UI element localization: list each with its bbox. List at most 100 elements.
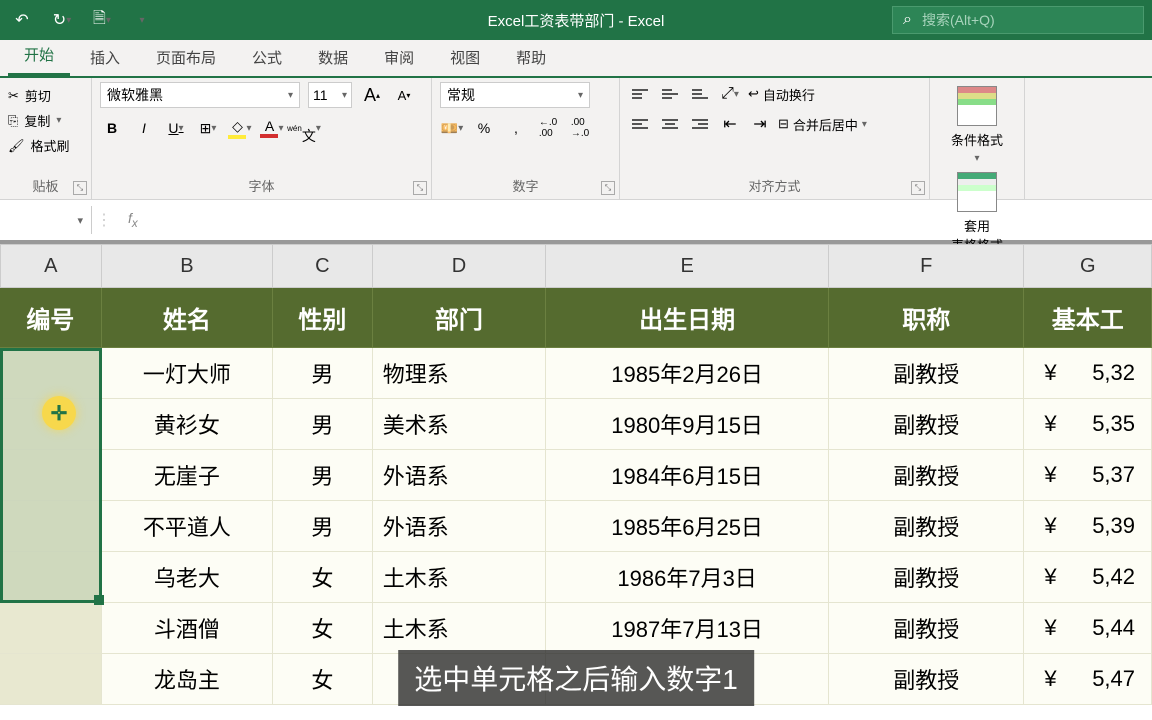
tab-review[interactable]: 审阅 [368,39,430,76]
cell[interactable]: 外语系 [373,501,546,552]
font-name-select[interactable]: 微软雅黑▾ [100,82,300,108]
copy-button[interactable]: ⎘复制▾ [8,111,83,130]
cell[interactable]: 斗酒僧 [102,603,273,654]
col-header-B[interactable]: B [102,244,273,288]
alignment-expand[interactable]: ⤡ [911,181,925,195]
cell[interactable]: 女 [273,603,373,654]
cut-button[interactable]: ✂剪切 [8,86,83,105]
increase-decimal-button[interactable]: ←.0.00 [536,116,560,140]
number-format-select[interactable]: 常规▾ [440,82,590,108]
undo-button[interactable]: ↶ [8,6,36,34]
cell[interactable]: 一灯大师 [102,348,273,399]
cell[interactable]: ¥5,47 [1024,654,1152,705]
border-button[interactable]: ⊞▾ [196,116,220,140]
cell[interactable]: 1985年6月25日 [546,501,829,552]
increase-indent-button[interactable]: ⇥ [748,112,772,136]
cell[interactable]: 女 [273,552,373,603]
redo-button[interactable]: ↻▾ [48,6,76,34]
cell[interactable]: 男 [273,450,373,501]
decrease-indent-button[interactable]: ⇤ [718,112,742,136]
cell[interactable] [0,603,102,654]
cell[interactable]: 外语系 [373,450,546,501]
col-header-E[interactable]: E [546,244,829,288]
tab-data[interactable]: 数据 [302,39,364,76]
header-cell[interactable]: 姓名 [102,288,273,348]
cell[interactable]: 副教授 [829,654,1024,705]
align-top-button[interactable] [628,82,652,106]
currency-button[interactable]: 💴▾ [440,116,464,140]
save-button[interactable]: 🗎▾ [88,6,116,34]
cell[interactable]: 副教授 [829,450,1024,501]
decrease-font-button[interactable]: A▾ [392,83,416,107]
font-size-select[interactable]: 11▾ [308,82,352,108]
tab-help[interactable]: 帮助 [500,39,562,76]
name-box[interactable]: ▾ [0,206,92,234]
cell[interactable] [0,501,102,552]
tab-insert[interactable]: 插入 [74,39,136,76]
align-right-button[interactable] [688,112,712,136]
decrease-decimal-button[interactable]: .00→.0 [568,116,592,140]
cell[interactable]: 不平道人 [102,501,273,552]
percent-button[interactable]: % [472,116,496,140]
cell[interactable]: 副教授 [829,399,1024,450]
cell[interactable]: 男 [273,501,373,552]
fill-color-button[interactable]: ◇▾ [228,116,252,140]
cell[interactable]: 副教授 [829,603,1024,654]
font-expand[interactable]: ⤡ [413,181,427,195]
col-header-A[interactable]: A [0,244,102,288]
cell[interactable]: 1986年7月3日 [546,552,829,603]
tab-formula[interactable]: 公式 [236,39,298,76]
cell[interactable]: ¥5,42 [1024,552,1152,603]
fx-icon[interactable]: fx [116,210,150,230]
cell[interactable]: 1980年9月15日 [546,399,829,450]
orientation-button[interactable]: ⤢▾ [718,82,742,106]
cell[interactable]: 男 [273,348,373,399]
cell[interactable] [0,348,102,399]
header-cell[interactable]: 职称 [829,288,1024,348]
cell[interactable]: ¥5,35 [1024,399,1152,450]
cell[interactable]: 无崖子 [102,450,273,501]
number-expand[interactable]: ⤡ [601,181,615,195]
cell[interactable]: 1985年2月26日 [546,348,829,399]
cell[interactable] [0,450,102,501]
cell[interactable]: 乌老大 [102,552,273,603]
cell[interactable]: 副教授 [829,348,1024,399]
cell[interactable]: ¥5,37 [1024,450,1152,501]
align-middle-button[interactable] [658,82,682,106]
cell[interactable]: 美术系 [373,399,546,450]
wrap-text-button[interactable]: ↩自动换行 [748,85,815,104]
align-bottom-button[interactable] [688,82,712,106]
cell[interactable] [0,552,102,603]
cell[interactable]: 副教授 [829,501,1024,552]
qat-more[interactable]: ▾ [128,6,156,34]
cell[interactable]: 土木系 [373,552,546,603]
conditional-format-button[interactable]: 条件格式▾ [938,82,1016,168]
tab-home[interactable]: 开始 [8,36,70,76]
col-header-G[interactable]: G [1024,244,1152,288]
header-cell[interactable]: 编号 [0,288,102,348]
cell[interactable]: 女 [273,654,373,705]
cell[interactable]: 龙岛主 [102,654,273,705]
cell[interactable]: ¥5,39 [1024,501,1152,552]
header-cell[interactable]: 基本工 [1024,288,1152,348]
format-painter-button[interactable]: 🖌格式刷 [8,136,83,155]
tab-view[interactable]: 视图 [434,39,496,76]
col-header-F[interactable]: F [829,244,1024,288]
underline-button[interactable]: U▾ [164,116,188,140]
italic-button[interactable]: I [132,116,156,140]
cell[interactable]: 男 [273,399,373,450]
tab-layout[interactable]: 页面布局 [140,39,232,76]
bold-button[interactable]: B [100,116,124,140]
col-header-D[interactable]: D [373,244,546,288]
header-cell[interactable]: 部门 [373,288,546,348]
font-color-button[interactable]: A▾ [260,116,284,140]
cell[interactable]: ¥5,44 [1024,603,1152,654]
header-cell[interactable]: 出生日期 [546,288,829,348]
header-cell[interactable]: 性别 [273,288,373,348]
phonetic-button[interactable]: wén文▾ [292,116,316,140]
cell[interactable]: 黄衫女 [102,399,273,450]
spreadsheet-grid[interactable]: ABCDEFG 编号姓名性别部门出生日期职称基本工 一灯大师男物理系1985年2… [0,244,1152,716]
comma-button[interactable]: , [504,116,528,140]
cell[interactable]: 1987年7月13日 [546,603,829,654]
align-left-button[interactable] [628,112,652,136]
